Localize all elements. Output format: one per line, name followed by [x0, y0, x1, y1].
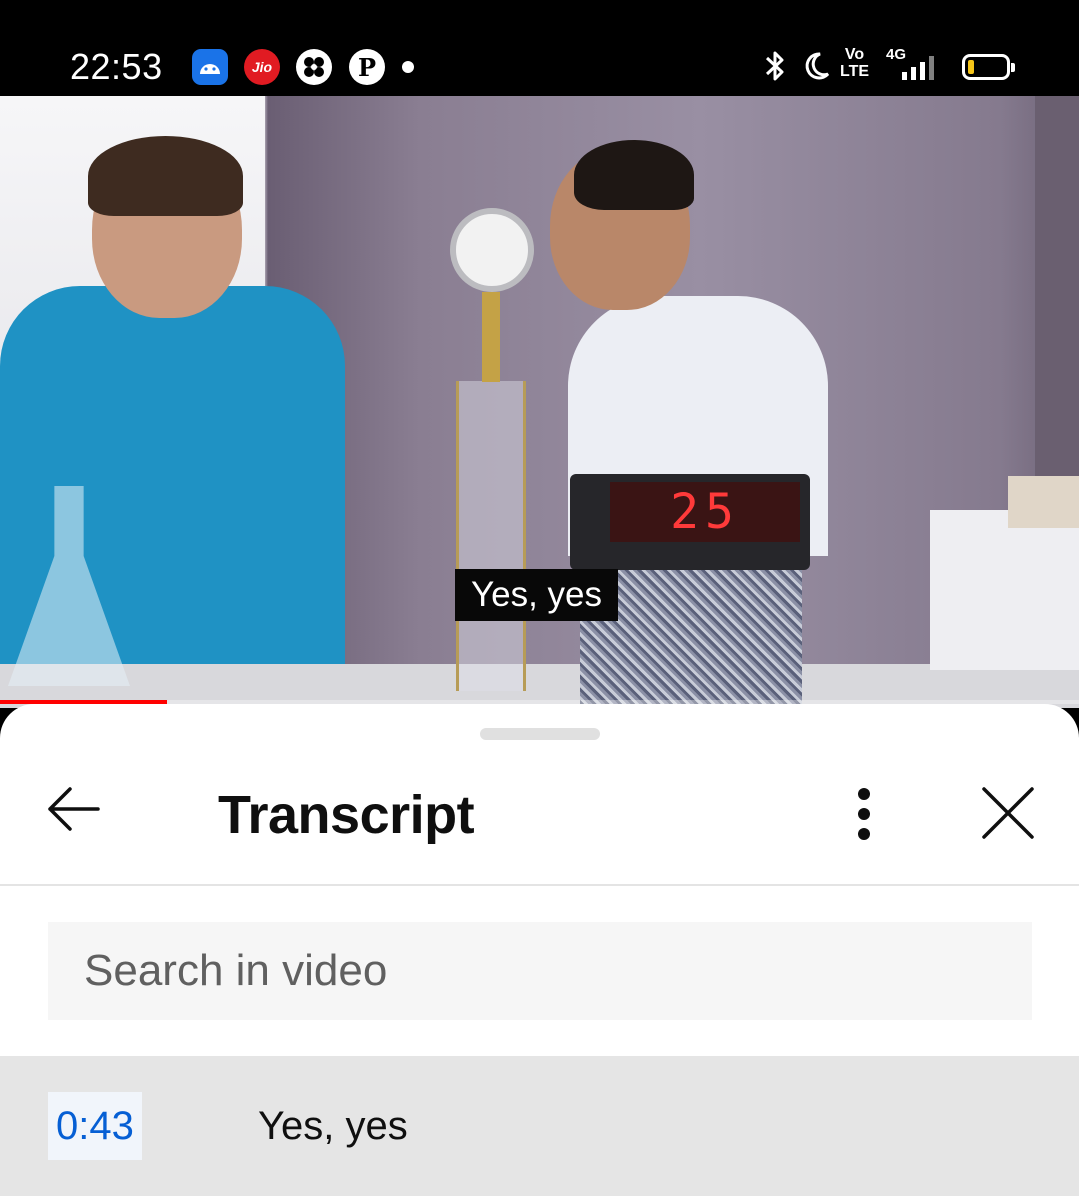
video-box: [1008, 476, 1079, 528]
video-shelf: [930, 510, 1079, 670]
close-button[interactable]: [972, 780, 1044, 846]
more-options-button[interactable]: [838, 782, 890, 846]
volte-indicator: Vo LTE: [840, 46, 870, 80]
search-in-video-input[interactable]: [48, 922, 1032, 1020]
arrow-left-icon: [48, 787, 100, 831]
close-icon: [982, 787, 1034, 839]
android-icon: [192, 49, 228, 85]
status-bar: 22:53 Jio P Vo LTE 4G: [0, 0, 1079, 96]
do-not-disturb-moon-icon: [802, 48, 832, 89]
status-time: 22:53: [70, 46, 163, 87]
more-vertical-icon: [858, 788, 870, 840]
signal-strength-icon: [900, 52, 940, 87]
battery-icon: [962, 54, 1015, 80]
more-notifications-dot: [402, 61, 414, 73]
video-display-reading: 25: [610, 482, 800, 542]
video-pressure-gauge: [450, 208, 534, 292]
video-person-right-hair: [574, 140, 694, 210]
pinterest-icon: P: [349, 49, 385, 85]
transcript-panel: Transcript 0:43 Yes, yes: [0, 704, 1079, 1196]
video-person-left-hair: [88, 136, 243, 216]
panel-divider: [0, 884, 1079, 886]
video-pressure-cylinder: [456, 381, 526, 691]
video-gauge-fitting: [482, 292, 500, 382]
video-caption: Yes, yes: [455, 569, 619, 621]
fan-icon: [296, 49, 332, 85]
video-player[interactable]: 25 Yes, yes: [0, 96, 1079, 708]
segment-timestamp[interactable]: 0:43: [48, 1092, 142, 1160]
transcript-segment[interactable]: 0:43 Yes, yes: [0, 1056, 1079, 1196]
bluetooth-icon: [762, 48, 788, 89]
panel-title: Transcript: [218, 785, 475, 845]
back-button[interactable]: [40, 776, 106, 842]
panel-drag-handle[interactable]: [480, 728, 600, 740]
jio-icon: Jio: [244, 49, 280, 85]
segment-text: Yes, yes: [258, 1104, 408, 1148]
